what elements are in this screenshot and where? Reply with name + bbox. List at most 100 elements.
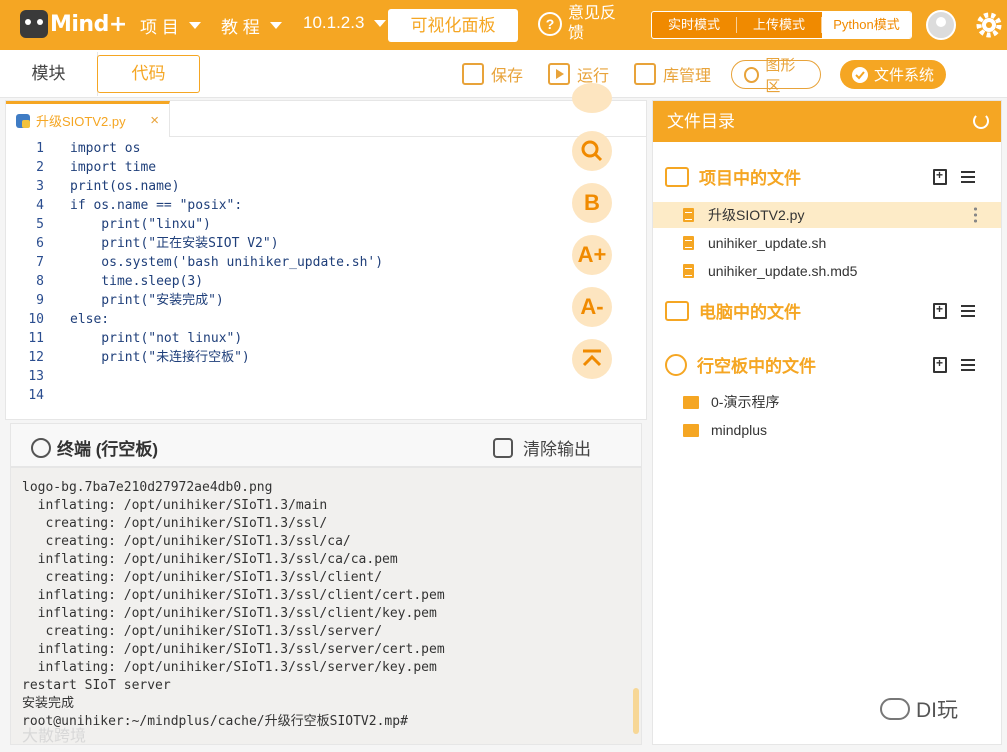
- new-file-icon[interactable]: [933, 356, 947, 373]
- line-number: 9: [36, 293, 44, 308]
- list-item[interactable]: unihiker_update.sh: [653, 230, 1001, 256]
- line-number: 1: [36, 141, 44, 156]
- code-line[interactable]: 12 print("未连接行空板"): [6, 348, 566, 367]
- folder-name: mindplus: [711, 422, 768, 438]
- code-line[interactable]: 7 os.system('bash unihiker_update.sh'): [6, 253, 566, 272]
- file-icon: [683, 208, 694, 222]
- menu-icon[interactable]: [961, 305, 975, 317]
- list-item[interactable]: mindplus: [653, 417, 1001, 443]
- file-name: 升级SIOTV2.py: [708, 207, 805, 223]
- computer-files-section[interactable]: 电脑中的文件: [665, 298, 801, 323]
- new-file-icon[interactable]: [933, 168, 947, 185]
- code-text: print("linxu"): [70, 217, 211, 232]
- save-button[interactable]: 保存: [462, 62, 523, 86]
- line-number: 2: [36, 160, 44, 175]
- search-button[interactable]: [572, 131, 612, 171]
- list-item[interactable]: 升级SIOTV2.py: [653, 202, 1001, 228]
- menu-tutorial[interactable]: 教 程: [221, 13, 282, 38]
- library-icon: [634, 63, 656, 85]
- close-icon[interactable]: ×: [150, 112, 159, 129]
- menu-icon[interactable]: [961, 359, 975, 371]
- font-increase-label: A+: [577, 242, 607, 267]
- menu-version[interactable]: 10.1.2.3: [303, 13, 387, 33]
- gear-icon[interactable]: [974, 10, 1004, 40]
- list-item[interactable]: 0-演示程序: [653, 389, 1001, 415]
- new-file-icon[interactable]: [933, 302, 947, 319]
- code-text: if os.name == "posix":: [70, 198, 243, 213]
- file-tab[interactable]: 升级SIOTV2.py ×: [6, 101, 170, 137]
- line-number: 7: [36, 255, 44, 270]
- check-icon: [852, 66, 868, 83]
- terminal-header: 终端 (行空板) 清除输出: [10, 423, 642, 467]
- code-line[interactable]: 5 print("linxu"): [6, 215, 566, 234]
- code-lines[interactable]: 1 import os 2 import time 3 print(os.name) 4 if…: [6, 139, 566, 405]
- mode-upload[interactable]: 上传模式: [737, 12, 821, 38]
- file-icon: [683, 264, 694, 278]
- project-files-section[interactable]: 项目中的文件: [665, 164, 801, 189]
- file-system-button[interactable]: 文件系统: [840, 60, 946, 89]
- board-actions: [933, 356, 975, 373]
- file-directory-title: 文件目录: [667, 112, 735, 131]
- board-files-label: 行空板中的文件: [697, 357, 816, 376]
- font-decrease-label: A-: [580, 294, 604, 319]
- code-line[interactable]: 8 time.sleep(3): [6, 272, 566, 291]
- tab-blocks[interactable]: 模块: [0, 52, 98, 96]
- feedback-button[interactable]: ? 意见反馈: [538, 4, 624, 44]
- code-line[interactable]: 4 if os.name == "posix":: [6, 196, 566, 215]
- bold-label: B: [584, 190, 600, 215]
- scroll-up-button[interactable]: [572, 83, 612, 113]
- font-increase-button[interactable]: A+: [572, 235, 612, 275]
- font-decrease-button[interactable]: A-: [572, 287, 612, 327]
- line-number: 4: [36, 198, 44, 213]
- code-line[interactable]: 2 import time: [6, 158, 566, 177]
- menu-project[interactable]: 项 目: [140, 13, 201, 38]
- graphic-area-button[interactable]: 图形区: [731, 57, 821, 95]
- chevron-down-icon: [188, 22, 201, 29]
- code-line[interactable]: 6 print("正在安装SIOT V2"): [6, 234, 566, 253]
- code-text: print("安装完成"): [70, 293, 224, 308]
- line-number: 10: [28, 312, 44, 327]
- logo-text: Mind+: [50, 12, 127, 37]
- library-button[interactable]: 库管理: [634, 62, 711, 86]
- mindplus-logo[interactable]: Mind+: [8, 8, 127, 42]
- code-text: else:: [70, 312, 110, 327]
- terminal-scrollbar[interactable]: [633, 688, 639, 734]
- terminal-text: logo-bg.7ba7e210d27972ae4db0.png inflati…: [22, 480, 445, 729]
- menu-project-label: 项 目: [140, 18, 179, 37]
- clear-output-button[interactable]: 清除输出: [493, 435, 591, 460]
- line-number: 8: [36, 274, 44, 289]
- visual-panel-button[interactable]: 可视化面板: [388, 9, 518, 42]
- board-files-section[interactable]: 行空板中的文件: [665, 352, 816, 377]
- list-item[interactable]: unihiker_update.sh.md5: [653, 258, 1001, 284]
- mode-realtime[interactable]: 实时模式: [652, 12, 736, 38]
- code-line[interactable]: 14: [6, 386, 566, 405]
- code-line[interactable]: 3 print(os.name): [6, 177, 566, 196]
- terminal-output[interactable]: logo-bg.7ba7e210d27972ae4db0.png inflati…: [10, 467, 642, 745]
- mode-python[interactable]: Python模式: [822, 12, 911, 38]
- avatar[interactable]: [926, 10, 956, 40]
- code-line[interactable]: 11 print("not linux"): [6, 329, 566, 348]
- menu-icon[interactable]: [961, 171, 975, 183]
- python-file-icon: [16, 113, 30, 128]
- folder-name: 0-演示程序: [711, 394, 780, 410]
- code-line[interactable]: 10 else:: [6, 310, 566, 329]
- file-name: unihiker_update.sh: [708, 235, 827, 251]
- code-line[interactable]: 9 print("安装完成"): [6, 291, 566, 310]
- code-line[interactable]: 1 import os: [6, 139, 566, 158]
- more-options-icon[interactable]: [974, 206, 977, 223]
- collapse-button[interactable]: [572, 339, 612, 379]
- line-number: 13: [28, 369, 44, 384]
- code-line[interactable]: 13: [6, 367, 566, 386]
- refresh-icon[interactable]: [973, 113, 989, 129]
- project-folder-icon: [665, 166, 689, 187]
- bold-button[interactable]: B: [572, 183, 612, 223]
- watermark-brand: DI玩: [916, 699, 958, 722]
- question-icon: ?: [538, 12, 562, 36]
- code-text: print(os.name): [70, 179, 180, 194]
- tab-code[interactable]: 代码: [97, 55, 200, 93]
- code-editor[interactable]: 升级SIOTV2.py × 1 import os 2 import time 3 pri…: [5, 83, 647, 420]
- target-icon: [744, 66, 760, 83]
- run-button[interactable]: 运行: [548, 62, 609, 86]
- file-directory-header: 文件目录: [653, 101, 1001, 142]
